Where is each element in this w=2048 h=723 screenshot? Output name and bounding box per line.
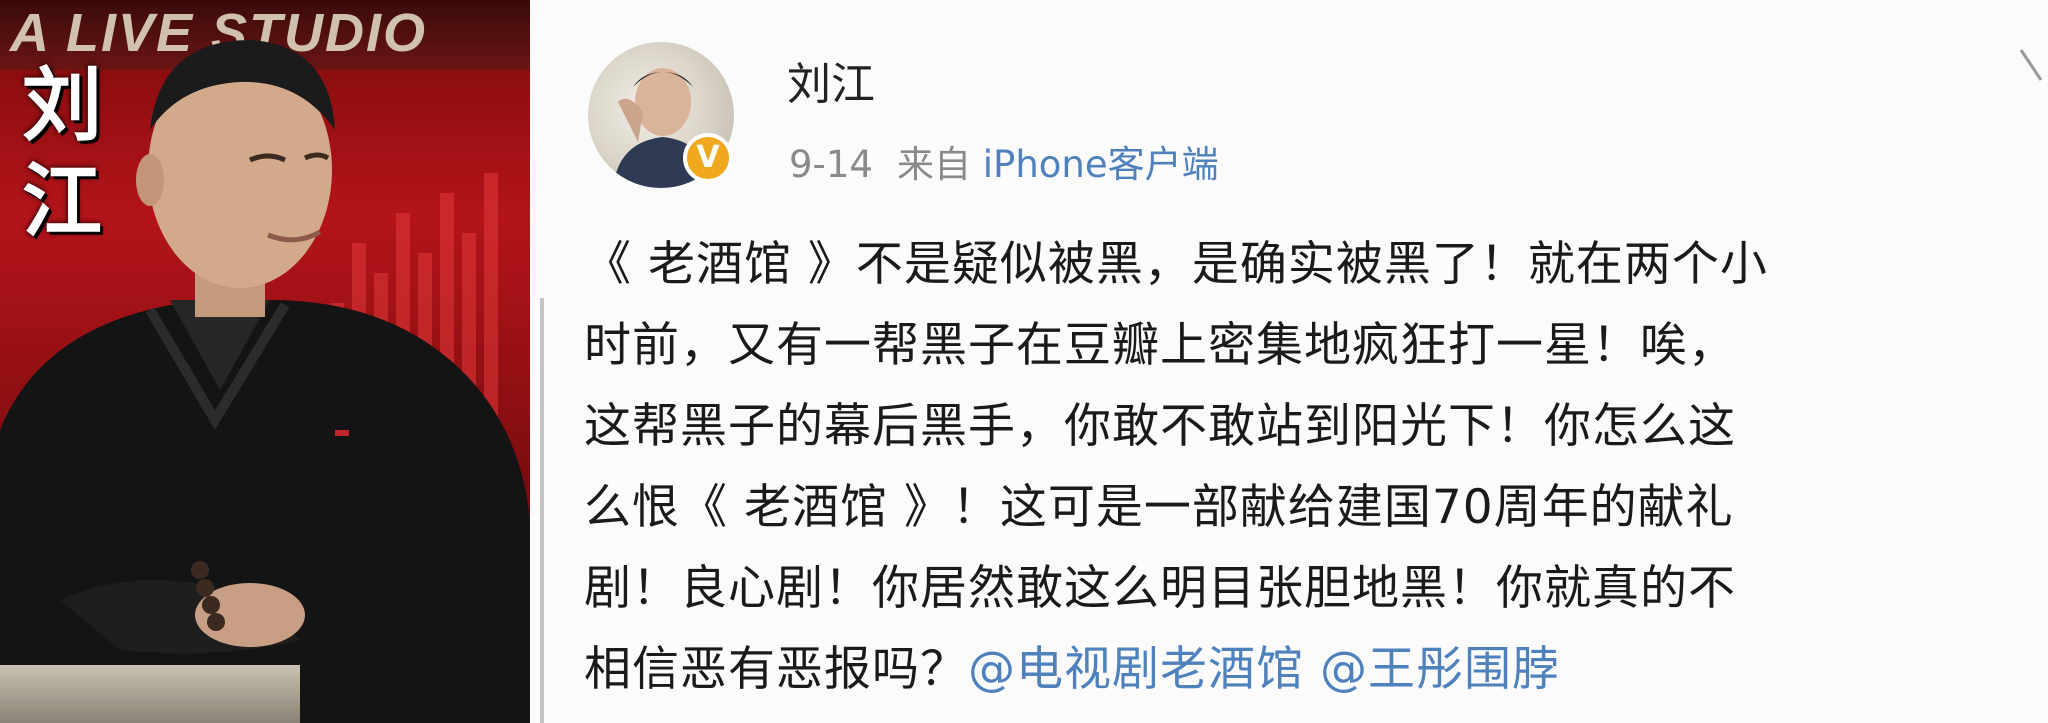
post-body-line: 时前，又有一帮黑子在豆瓣上密集地疯狂打一星！唉， bbox=[584, 318, 1736, 373]
desk bbox=[0, 665, 300, 723]
post-body-last-line: 相信恶有恶报吗？@电视剧老酒馆 @王彤围脖 bbox=[584, 629, 2024, 710]
author-photo: A LIVE STUDIO 刘 江 bbox=[0, 0, 530, 723]
verified-icon: V bbox=[683, 133, 733, 183]
client-link[interactable]: iPhone客户端 bbox=[983, 143, 1219, 186]
name-caption-char: 刘 bbox=[22, 59, 102, 152]
post-body-text: 相信恶有恶报吗？ bbox=[584, 642, 968, 697]
divider bbox=[540, 298, 544, 723]
post-date: 9-14 bbox=[789, 143, 873, 186]
post-body-line: 剧！良心剧！你居然敢这么明目张胆地黑！你就真的不 bbox=[584, 561, 1736, 616]
author-name[interactable]: 刘江 bbox=[787, 48, 875, 112]
post-body-line: 《 老酒馆 》不是疑似被黑，是确实被黑了！就在两个小 bbox=[584, 237, 1768, 292]
post-body: 《 老酒馆 》不是疑似被黑，是确实被黑了！就在两个小 时前，又有一帮黑子在豆瓣上… bbox=[584, 224, 2024, 710]
post-body-line: 这帮黑子的幕后黑手，你敢不敢站到阳光下！你怎么这 bbox=[584, 399, 1736, 454]
post-meta: 9-14 来自 iPhone客户端 bbox=[789, 134, 1219, 188]
post-body-line: 么恨《 老酒馆 》！这可是一部献给建国70周年的献礼 bbox=[584, 480, 1734, 535]
name-caption-char: 江 bbox=[22, 155, 102, 248]
mention-link-wangtong[interactable]: @王彤围脖 bbox=[1320, 642, 1560, 697]
source-prefix: 来自 bbox=[896, 143, 971, 186]
chevron-icon bbox=[2019, 49, 2043, 81]
name-caption: 刘 江 bbox=[22, 58, 102, 250]
mention-link-drama[interactable]: @电视剧老酒馆 bbox=[968, 642, 1304, 697]
